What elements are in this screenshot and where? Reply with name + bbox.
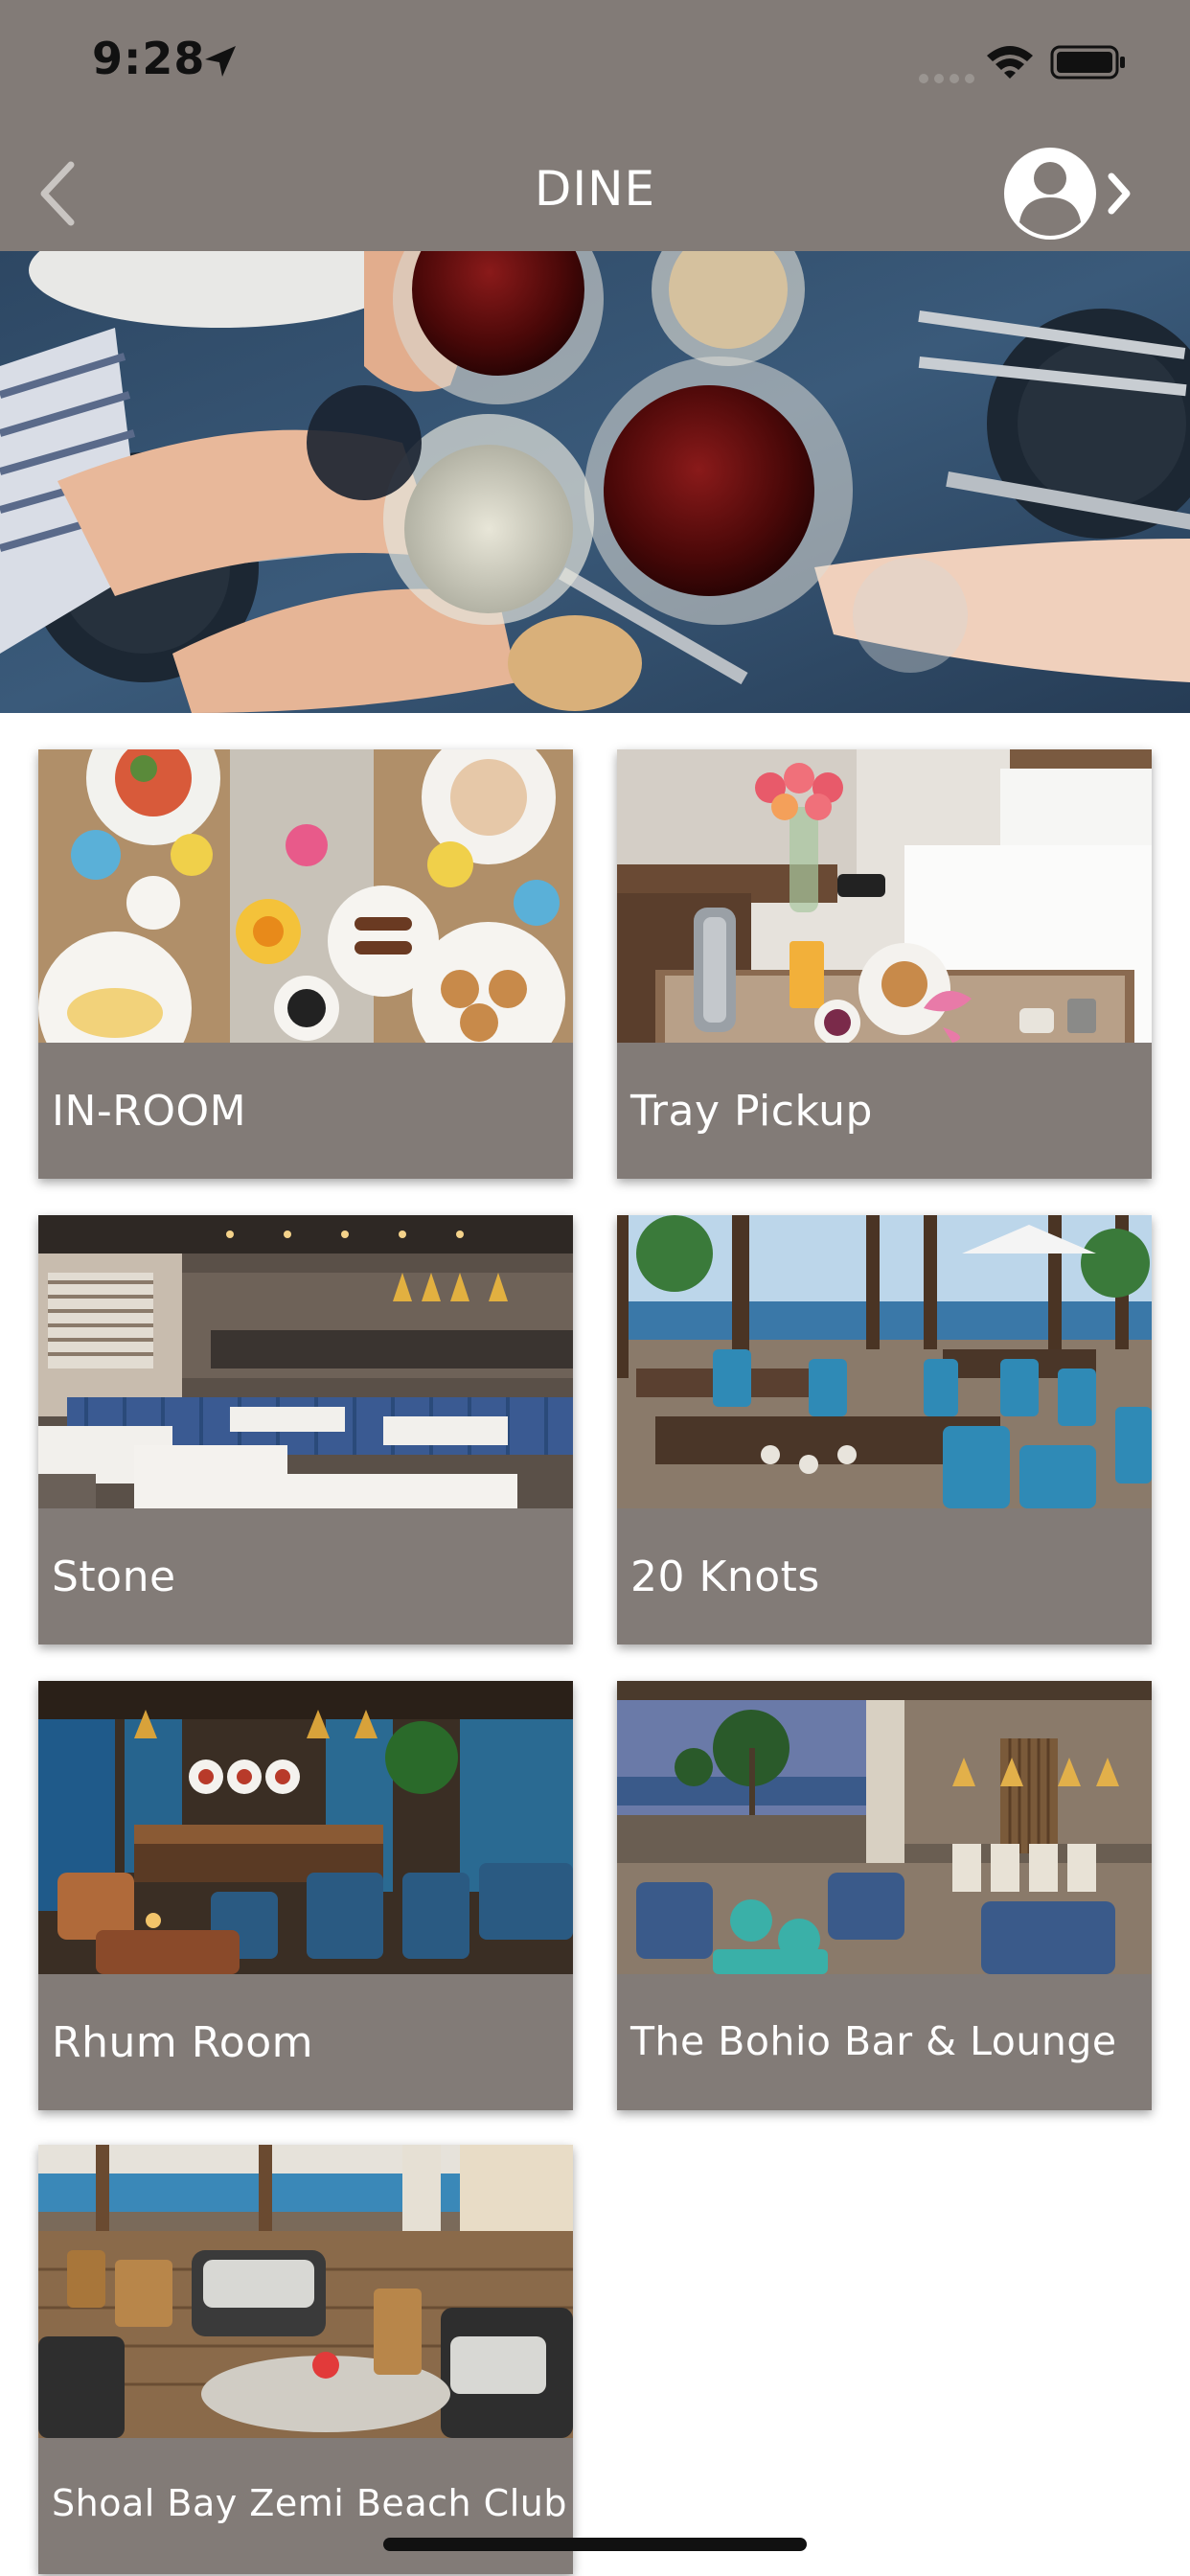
battery-icon	[1050, 45, 1125, 80]
home-indicator[interactable]	[383, 2538, 807, 2551]
20-knots-restaurant-photo	[617, 1215, 1152, 1508]
venue-card-in-room[interactable]: IN-ROOM	[38, 749, 573, 1179]
venue-card-rhum-room[interactable]: Rhum Room	[38, 1681, 573, 2110]
user-circle-icon	[1004, 148, 1096, 240]
venue-card-bohio-bar-lounge[interactable]: The Bohio Bar & Lounge	[617, 1681, 1152, 2110]
beach-club-photo	[38, 2145, 573, 2438]
location-arrow-icon	[205, 46, 236, 77]
rhum-room-bar-photo	[38, 1681, 573, 1974]
venue-card-shoal-bay-zemi-beach-club[interactable]: Shoal Bay Zemi Beach Club	[38, 2145, 573, 2574]
status-time: 9:28	[92, 33, 206, 84]
venue-label: IN-ROOM	[52, 1087, 247, 1136]
stone-restaurant-photo	[38, 1215, 573, 1508]
room-service-tray-photo	[617, 749, 1152, 1043]
chevron-right-icon	[1108, 172, 1131, 215]
breakfast-table-photo	[38, 749, 573, 1043]
signal-icon	[919, 74, 974, 83]
venue-label: Stone	[52, 1552, 176, 1601]
venue-card-stone[interactable]: Stone	[38, 1215, 573, 1644]
wifi-icon	[987, 46, 1033, 79]
status-bar: 9:28	[0, 0, 1190, 134]
bohio-bar-lounge-photo	[617, 1681, 1152, 1974]
hero-image	[0, 251, 1190, 713]
profile-button[interactable]	[1000, 140, 1144, 245]
wine-glasses-toast-photo	[0, 251, 1190, 713]
venue-card-20-knots[interactable]: 20 Knots	[617, 1215, 1152, 1644]
nav-bar: DINE	[0, 134, 1190, 251]
venue-label: Rhum Room	[52, 2018, 313, 2067]
venue-label: Shoal Bay Zemi Beach Club	[52, 2482, 567, 2524]
venue-label: 20 Knots	[630, 1552, 820, 1601]
venue-label: The Bohio Bar & Lounge	[630, 2018, 1117, 2064]
venue-label: Tray Pickup	[630, 1087, 873, 1136]
venue-card-tray-pickup[interactable]: Tray Pickup	[617, 749, 1152, 1179]
